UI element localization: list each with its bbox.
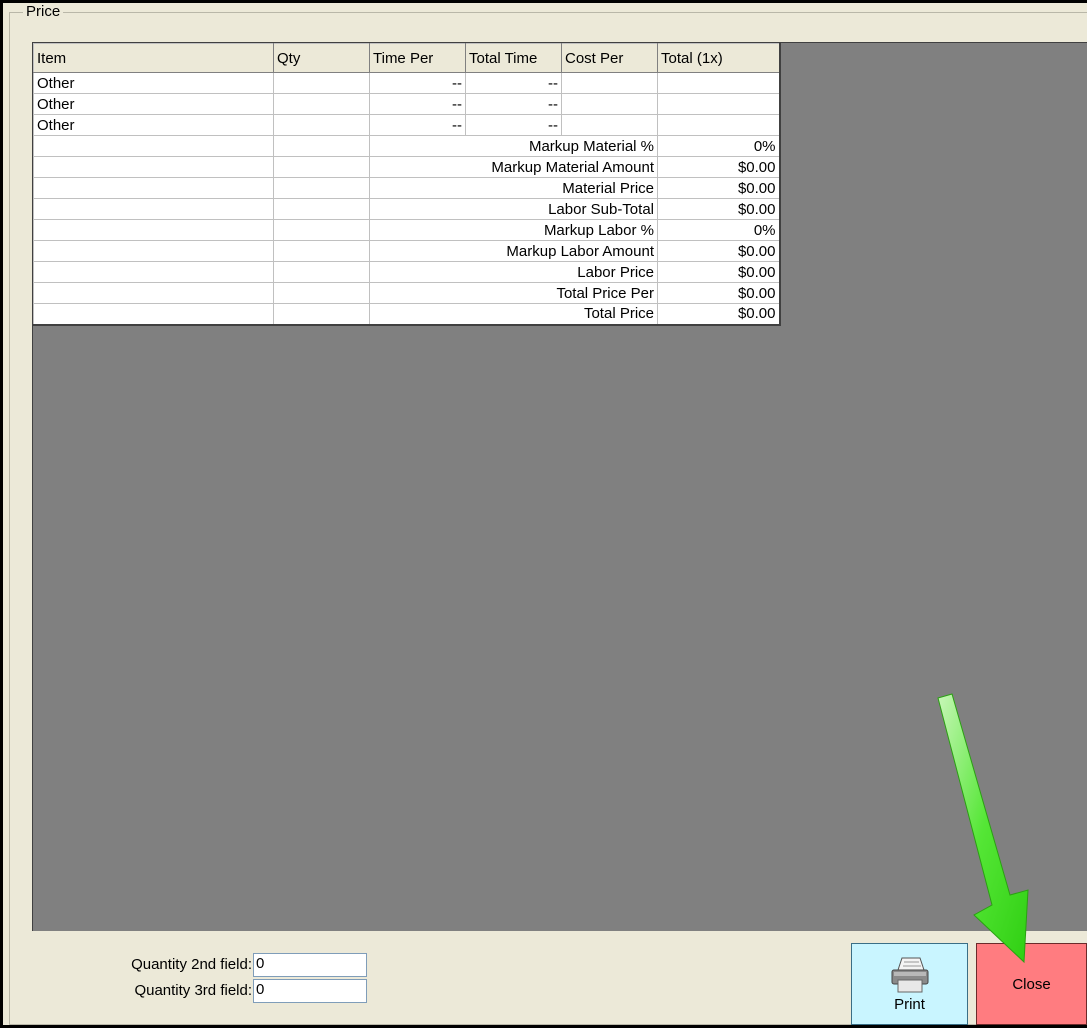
qty-cell[interactable] [273, 114, 370, 136]
total-time-cell[interactable]: -- [465, 93, 562, 115]
column-header-qty[interactable]: Qty [273, 43, 370, 73]
table-row[interactable]: Other -- -- [33, 114, 781, 136]
summary-label: Total Price Per [369, 282, 658, 304]
summary-row-total-price-per: Total Price Per $0.00 [33, 282, 781, 304]
table-header-row: Item Qty Time Per Total Time Cost Per To… [33, 43, 781, 73]
summary-value: $0.00 [657, 177, 781, 199]
total-time-cell[interactable]: -- [465, 114, 562, 136]
summary-label: Markup Material Amount [369, 156, 658, 178]
total-cell[interactable] [657, 93, 781, 115]
summary-label: Material Price [369, 177, 658, 199]
summary-label: Markup Labor % [369, 219, 658, 241]
summary-label: Labor Sub-Total [369, 198, 658, 220]
price-table: Item Qty Time Per Total Time Cost Per To… [33, 43, 781, 326]
summary-row-labor-price: Labor Price $0.00 [33, 261, 781, 283]
quantity-2nd-label: Quantity 2nd field: [131, 956, 252, 973]
close-button[interactable]: Close [976, 943, 1087, 1025]
total-cell[interactable] [657, 114, 781, 136]
item-cell[interactable]: Other [33, 72, 274, 94]
summary-label: Markup Labor Amount [369, 240, 658, 262]
summary-row-material-price: Material Price $0.00 [33, 177, 781, 199]
close-button-label: Close [1012, 975, 1051, 993]
cost-per-cell[interactable] [561, 93, 658, 115]
cost-per-cell[interactable] [561, 72, 658, 94]
item-cell[interactable]: Other [33, 93, 274, 115]
column-header-cost-per[interactable]: Cost Per [561, 43, 658, 73]
table-row[interactable]: Other -- -- [33, 72, 781, 94]
column-header-time-per[interactable]: Time Per [369, 43, 466, 73]
quantity-3rd-input[interactable]: 0 [253, 979, 367, 1003]
summary-label: Labor Price [369, 261, 658, 283]
summary-row-markup-labor-pct: Markup Labor % 0% [33, 219, 781, 241]
table-row[interactable]: Other -- -- [33, 93, 781, 115]
summary-label: Total Price [369, 303, 658, 326]
quantity-3rd-label: Quantity 3rd field: [134, 982, 252, 999]
qty-cell[interactable] [273, 93, 370, 115]
summary-value: 0% [657, 135, 781, 157]
summary-value: $0.00 [657, 282, 781, 304]
print-button-label: Print [894, 995, 925, 1013]
time-per-cell[interactable]: -- [369, 93, 466, 115]
time-per-cell[interactable]: -- [369, 114, 466, 136]
print-button[interactable]: Print [851, 943, 968, 1025]
time-per-cell[interactable]: -- [369, 72, 466, 94]
summary-value: $0.00 [657, 261, 781, 283]
quantity-2nd-input[interactable]: 0 [253, 953, 367, 977]
printer-icon [891, 957, 928, 992]
price-grid-area[interactable]: Item Qty Time Per Total Time Cost Per To… [32, 42, 1087, 931]
price-group-legend: Price [23, 3, 64, 20]
summary-row-markup-material-amount: Markup Material Amount $0.00 [33, 156, 781, 178]
summary-row-markup-material-pct: Markup Material % 0% [33, 135, 781, 157]
summary-value: $0.00 [657, 156, 781, 178]
summary-row-total-price: Total Price $0.00 [33, 303, 781, 326]
column-header-total-time[interactable]: Total Time [465, 43, 562, 73]
summary-label: Markup Material % [369, 135, 658, 157]
summary-row-labor-subtotal: Labor Sub-Total $0.00 [33, 198, 781, 220]
summary-value: $0.00 [657, 303, 781, 326]
total-time-cell[interactable]: -- [465, 72, 562, 94]
summary-row-markup-labor-amount: Markup Labor Amount $0.00 [33, 240, 781, 262]
summary-value: 0% [657, 219, 781, 241]
summary-value: $0.00 [657, 240, 781, 262]
column-header-total[interactable]: Total (1x) [657, 43, 781, 73]
qty-cell[interactable] [273, 72, 370, 94]
column-header-item[interactable]: Item [33, 43, 274, 73]
cost-per-cell[interactable] [561, 114, 658, 136]
total-cell[interactable] [657, 72, 781, 94]
item-cell[interactable]: Other [33, 114, 274, 136]
summary-value: $0.00 [657, 198, 781, 220]
